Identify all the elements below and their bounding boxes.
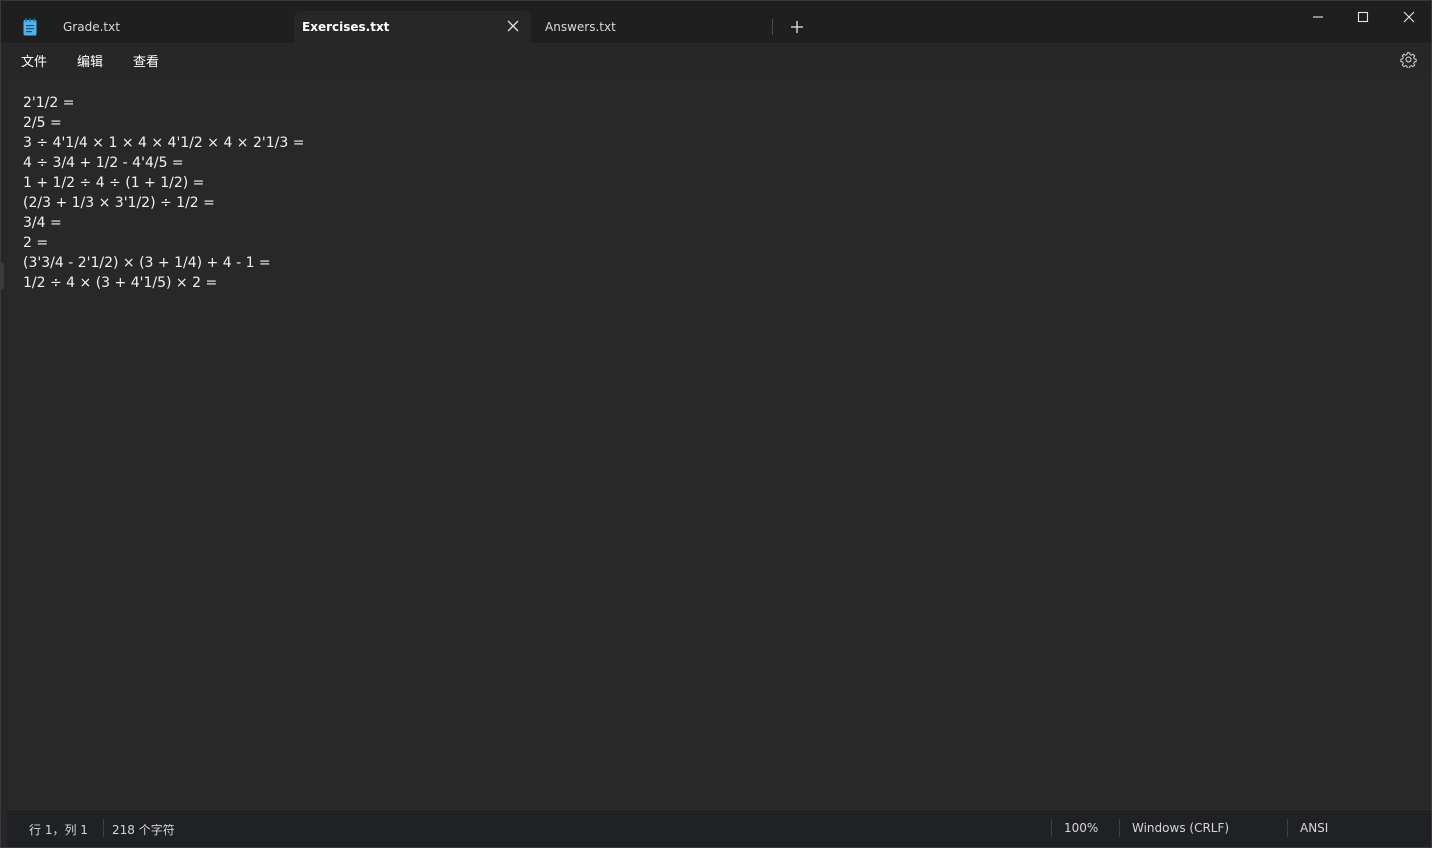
plus-icon[interactable] [790, 20, 804, 34]
encoding[interactable]: ANSI [1300, 821, 1328, 835]
close-icon[interactable] [506, 19, 520, 33]
status-bar: 行 1，列 1 218 个字符 100% Windows (CRLF) ANSI [7, 809, 1431, 847]
editor-line: 2/5 = [23, 115, 62, 131]
tab-label: Grade.txt [63, 20, 120, 34]
status-divider [1119, 819, 1120, 837]
zoom-level[interactable]: 100% [1064, 821, 1098, 835]
character-count: 218 个字符 [112, 823, 175, 837]
menu-view[interactable]: 查看 [133, 51, 159, 70]
editor-content[interactable]: 2'1/2 = 2/5 = 3 ÷ 4'1/4 × 1 × 4 × 4'1/2 × … [23, 93, 304, 293]
resize-edge [1, 263, 4, 289]
editor-line: 1 + 1/2 ÷ 4 ÷ (1 + 1/2) = [23, 175, 205, 191]
close-window-icon[interactable] [1400, 8, 1418, 26]
title-bar: Grade.txt Exercises.txt Answers.txt [1, 1, 1431, 43]
line-ending[interactable]: Windows (CRLF) [1132, 821, 1229, 835]
editor-line: (2/3 + 1/3 × 3'1/2) ÷ 1/2 = [23, 195, 215, 211]
text-editor[interactable]: 2'1/2 = 2/5 = 3 ÷ 4'1/4 × 1 × 4 × 4'1/2 × … [7, 77, 1431, 809]
editor-line: 3/4 = [23, 215, 62, 231]
editor-line: 2 = [23, 235, 49, 251]
maximize-icon[interactable] [1354, 8, 1372, 26]
tab-label: Exercises.txt [302, 20, 390, 34]
minimize-icon[interactable] [1309, 8, 1327, 26]
menu-bar: 文件 编辑 查看 [1, 43, 1431, 77]
status-divider [103, 819, 104, 837]
editor-line: 2'1/2 = [23, 95, 75, 111]
status-divider [1051, 819, 1052, 837]
notepad-window: Grade.txt Exercises.txt Answers.txt 文件 编… [0, 0, 1432, 848]
editor-line: (3'3/4 - 2'1/2) × (3 + 1/4) + 4 - 1 = [23, 255, 271, 271]
menu-edit[interactable]: 编辑 [77, 51, 103, 70]
menu-file[interactable]: 文件 [21, 51, 47, 70]
tab-exercises[interactable]: Exercises.txt [294, 11, 531, 43]
editor-line: 4 ÷ 3/4 + 1/2 - 4'4/5 = [23, 155, 184, 171]
notepad-icon [23, 18, 37, 36]
tab-label: Answers.txt [545, 20, 616, 34]
cursor-position: 行 1，列 1 [29, 823, 88, 837]
tab-divider [772, 19, 773, 35]
editor-line: 3 ÷ 4'1/4 × 1 × 4 × 4'1/2 × 4 × 2'1/3 = [23, 135, 305, 151]
tab-answers[interactable]: Answers.txt [533, 11, 773, 43]
status-divider [1287, 819, 1288, 837]
gear-icon[interactable] [1400, 51, 1417, 68]
tab-grade[interactable]: Grade.txt [51, 11, 291, 43]
editor-line: 1/2 ÷ 4 × (3 + 4'1/5) × 2 = [23, 275, 218, 291]
